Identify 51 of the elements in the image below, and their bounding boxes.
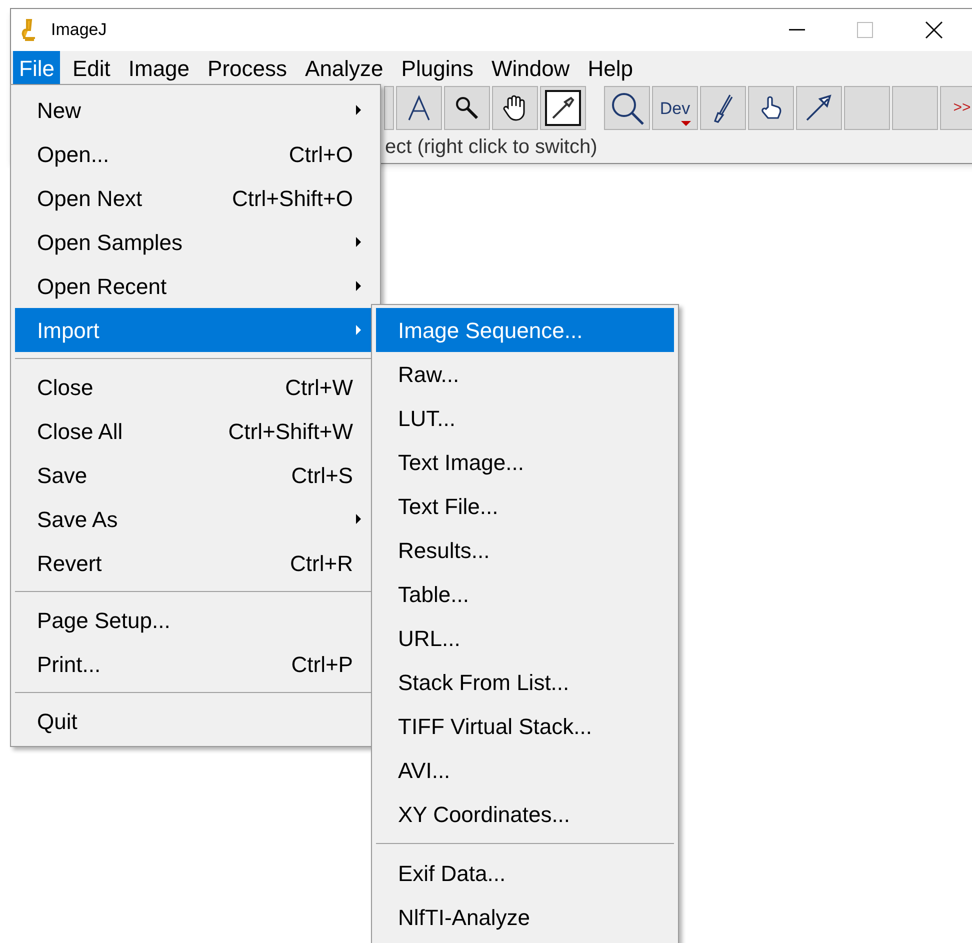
more-tools-button[interactable]: >> <box>940 86 972 130</box>
tool-button[interactable] <box>444 86 490 130</box>
tool-button[interactable] <box>748 86 794 130</box>
menu-bar-item[interactable]: File <box>13 51 60 85</box>
pointing-hand-icon <box>759 95 783 121</box>
menu-item[interactable]: Exif Data... <box>376 851 674 895</box>
tool-button[interactable] <box>540 86 586 130</box>
menu-item[interactable]: Results... <box>376 528 674 572</box>
dropper-icon <box>545 90 581 126</box>
magnifier-icon <box>454 95 480 121</box>
menu-item[interactable]: AVI... <box>376 748 674 792</box>
menu-bar-item[interactable]: Edit <box>66 51 116 85</box>
menu-bar-item[interactable]: Window <box>485 51 576 85</box>
menu-item[interactable]: Save As <box>15 497 376 541</box>
menu-item[interactable]: Stack From List... <box>376 660 674 704</box>
letter-a-icon <box>407 95 431 121</box>
search-icon <box>609 90 645 126</box>
minimize-icon[interactable] <box>789 29 805 31</box>
menu-item[interactable]: Open... Ctrl+O <box>15 132 376 176</box>
arrow-icon <box>804 93 834 123</box>
menu-item[interactable]: Image Sequence... <box>376 308 674 352</box>
microscope-icon <box>19 18 37 42</box>
menu-item[interactable]: Raw... <box>376 352 674 396</box>
menu-item[interactable]: Table... <box>376 572 674 616</box>
menu-item[interactable]: Text File... <box>376 484 674 528</box>
tool-button[interactable] <box>492 86 538 130</box>
brush-icon <box>712 93 734 123</box>
close-icon[interactable] <box>925 21 943 39</box>
menu-item[interactable]: URL... <box>376 616 674 660</box>
window-title: ImageJ <box>51 19 107 42</box>
menu-item[interactable]: XY Coordinates... <box>376 792 674 836</box>
tool-button[interactable] <box>700 86 746 130</box>
menu-item[interactable]: New <box>15 88 376 132</box>
tool-button[interactable] <box>604 86 650 130</box>
dev-button[interactable]: Dev <box>652 86 698 130</box>
menu-bar-item[interactable]: Process <box>202 51 294 85</box>
menu-bar-item[interactable]: Help <box>582 51 639 85</box>
dropdown-arrow-icon <box>681 121 691 126</box>
menu-item[interactable]: Open Recent <box>15 264 376 308</box>
menu-bar-item[interactable]: Analyze <box>299 51 390 85</box>
tool-button[interactable] <box>396 86 442 130</box>
status-text: ect (right click to switch) <box>385 134 598 160</box>
tool-button[interactable] <box>796 86 842 130</box>
menu-item[interactable]: Open Next Ctrl+Shift+O <box>15 176 376 220</box>
menu-bar-item[interactable]: Image <box>122 51 196 85</box>
menu-item[interactable]: TIFF Virtual Stack... <box>376 704 674 748</box>
menu-item[interactable]: NlfTI-Analyze <box>376 895 674 939</box>
menu-item[interactable]: Text Image... <box>376 440 674 484</box>
menu-item[interactable]: Open Samples <box>15 220 376 264</box>
menu-item[interactable]: LUT... <box>376 396 674 440</box>
menu-bar-item[interactable]: Plugins <box>395 51 480 85</box>
